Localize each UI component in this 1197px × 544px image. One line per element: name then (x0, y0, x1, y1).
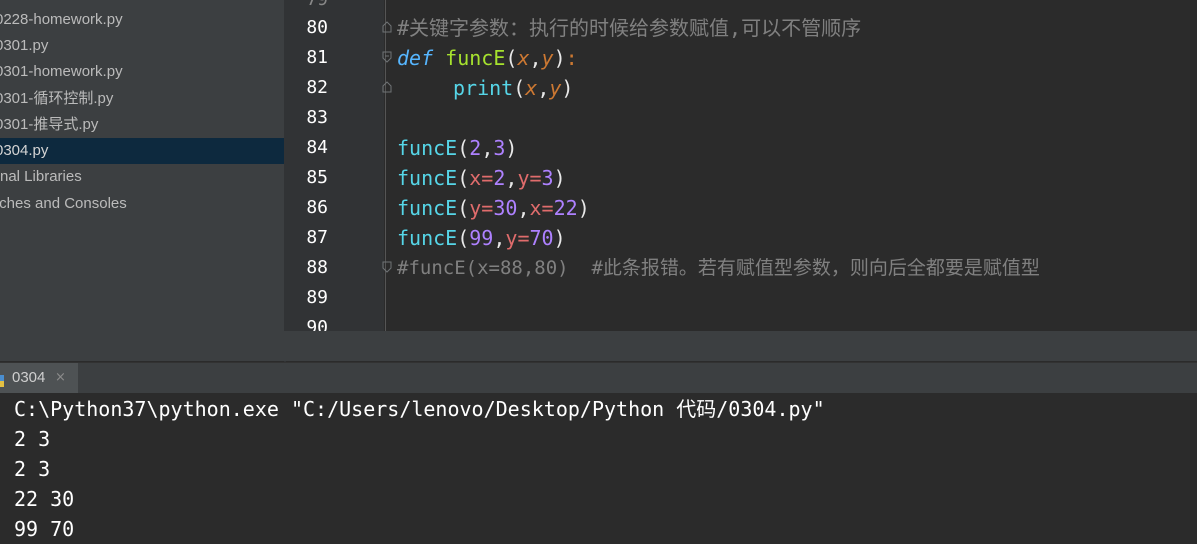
file-item-label: 0301-循环控制.py (0, 90, 114, 107)
line-number: 89 (306, 287, 328, 308)
editor-gutter: 79 80 81 82 83 84 85 86 87 88 89 90 (286, 0, 384, 331)
code-line-call: funcE(x=2,y=3) (397, 163, 566, 193)
call-name: funcE (397, 166, 458, 190)
paren: ( (505, 46, 518, 70)
paren: ) (577, 196, 590, 220)
code-line-comment: #funcE(x=88,80) #此条报错。若有赋值型参数，则向后全都要是赋值型 (397, 257, 1040, 279)
console-line: 2 3 (14, 457, 51, 481)
param-y: y (541, 46, 554, 70)
paren: ) (561, 76, 574, 100)
file-item-0301[interactable]: 0301.py (0, 33, 284, 59)
code-line-print: print(x,y) (453, 73, 573, 103)
number: 3 (541, 166, 554, 190)
colon: : (565, 46, 578, 70)
comma: , (537, 76, 550, 100)
named-arg: x= (469, 166, 494, 190)
number: 22 (553, 196, 578, 220)
code-line-call: funcE(99,y=70) (397, 223, 566, 253)
call-name: funcE (397, 196, 458, 220)
param-x: x (517, 46, 530, 70)
paren: ) (505, 136, 518, 160)
file-item-label: 0228-homework.py (0, 11, 123, 28)
line-number: 88 (306, 257, 328, 278)
line-number: 84 (306, 137, 328, 158)
file-item-0301-comprehension[interactable]: 0301-推导式.py (0, 112, 284, 138)
comma: , (517, 196, 530, 220)
number: 3 (493, 136, 506, 160)
fold-end-icon[interactable] (382, 81, 392, 93)
tree-item-label: tches and Consoles (0, 195, 127, 212)
comma: , (529, 46, 542, 70)
code-line-call: funcE(2,3) (397, 133, 517, 163)
named-arg: y= (469, 196, 494, 220)
console-line: C:\Python37\python.exe "C:/Users/lenovo/… (14, 397, 825, 421)
arg-x: x (525, 76, 538, 100)
code-line-call: funcE(y=30,x=22) (397, 193, 590, 223)
paren: ) (553, 46, 566, 70)
builtin-print: print (453, 76, 514, 100)
run-tab-label: 0304 (12, 369, 46, 386)
file-item-label: 0301.py (0, 37, 49, 54)
number: 30 (493, 196, 518, 220)
code-line-comment: #关键字参数：执行的时候给参数赋值,可以不管顺序 (397, 16, 862, 40)
line-number: 80 (306, 17, 328, 38)
console-line: 99 70 (14, 517, 75, 541)
paren: ) (553, 166, 566, 190)
file-item-0301-loop-control[interactable]: 0301-循环控制.py (0, 86, 284, 112)
project-sidebar: 0228-homework.py 0301.py 0301-homework.p… (0, 0, 284, 360)
named-arg: y= (505, 226, 530, 250)
fold-start-icon[interactable] (382, 51, 392, 63)
tree-item-label: rnal Libraries (0, 168, 82, 185)
paren: ( (457, 136, 470, 160)
number: 2 (493, 166, 506, 190)
line-number: 81 (306, 47, 328, 68)
keyword-def: def (397, 46, 434, 70)
arg-y: y (549, 76, 562, 100)
line-number: 90 (306, 317, 328, 331)
named-arg: y= (517, 166, 542, 190)
paren: ( (513, 76, 526, 100)
comma: , (493, 226, 506, 250)
line-number: 86 (306, 197, 328, 218)
console-line: 22 30 (14, 487, 75, 511)
file-item-label: 0301-推导式.py (0, 116, 99, 133)
number: 99 (469, 226, 494, 250)
file-item-label: 0301-homework.py (0, 63, 123, 80)
file-item-0304-selected[interactable]: 0304.py (0, 138, 284, 164)
comma: , (481, 136, 494, 160)
python-run-icon (0, 372, 4, 387)
run-tab-0304[interactable]: 0304 × (0, 363, 78, 393)
fold-end-icon[interactable] (382, 261, 392, 273)
tree-item-external-libraries[interactable]: rnal Libraries (0, 164, 284, 190)
console-line: 2 3 (14, 427, 51, 451)
function-name: funcE (445, 46, 506, 70)
comma: , (505, 166, 518, 190)
call-name: funcE (397, 226, 458, 250)
paren: ( (457, 226, 470, 250)
fold-start-icon[interactable] (382, 21, 392, 33)
line-number: 87 (306, 227, 328, 248)
code-editor[interactable]: 79 80 81 82 83 84 85 86 87 88 89 90 #关键字… (286, 0, 1197, 331)
run-tab-bar: 0304 × (0, 362, 1197, 394)
gutter-separator (385, 0, 386, 331)
tool-window-divider[interactable] (0, 331, 1197, 361)
paren: ( (457, 166, 470, 190)
close-icon[interactable]: × (55, 363, 66, 393)
file-item-0301-homework[interactable]: 0301-homework.py (0, 59, 284, 85)
file-item-label: 0304.py (0, 142, 49, 159)
line-number: 83 (306, 107, 328, 128)
call-name: funcE (397, 136, 458, 160)
number: 2 (469, 136, 482, 160)
file-item-0228-homework[interactable]: 0228-homework.py (0, 7, 284, 33)
run-console-output[interactable]: C:\Python37\python.exe "C:/Users/lenovo/… (0, 393, 1197, 543)
line-number: 85 (306, 167, 328, 188)
paren: ( (457, 196, 470, 220)
number: 70 (529, 226, 554, 250)
named-arg: x= (529, 196, 554, 220)
line-number: 82 (306, 77, 328, 98)
tree-item-scratches-consoles[interactable]: tches and Consoles (0, 191, 284, 217)
code-line-def: def funcE(x,y): (397, 43, 578, 73)
paren: ) (553, 226, 566, 250)
